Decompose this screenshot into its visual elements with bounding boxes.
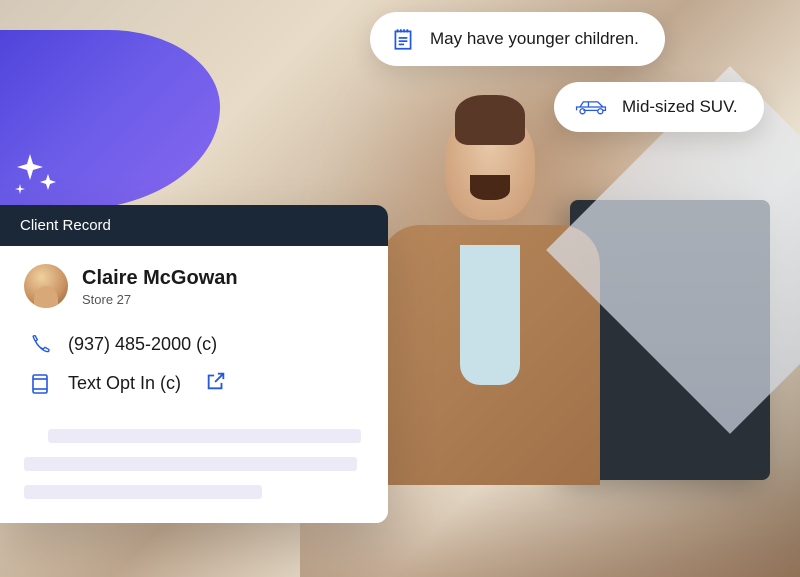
notepad-icon <box>390 26 416 52</box>
phone-icon <box>28 332 52 356</box>
text-opt-row[interactable]: Text Opt In (c) <box>24 364 364 403</box>
phone-row[interactable]: (937) 485-2000 (c) <box>24 326 364 362</box>
insight-bubble-children: May have younger children. <box>370 12 665 66</box>
bubble-text: Mid-sized SUV. <box>622 97 738 117</box>
skeleton-line <box>24 457 357 471</box>
client-store: Store 27 <box>82 292 238 307</box>
bubble-text: May have younger children. <box>430 29 639 49</box>
insight-bubble-suv: Mid-sized SUV. <box>554 82 764 132</box>
text-opt-label: Text Opt In (c) <box>68 373 181 394</box>
avatar <box>24 264 68 308</box>
client-header-row: Claire McGowan Store 27 <box>24 264 364 308</box>
skeleton-line <box>48 429 361 443</box>
skeleton-line <box>24 485 262 499</box>
phone-number: (937) 485-2000 (c) <box>68 334 217 355</box>
device-icon <box>28 372 52 396</box>
client-name: Claire McGowan <box>82 266 238 290</box>
person-silhouette <box>360 110 620 490</box>
sparkle-icon <box>12 150 60 203</box>
car-icon <box>574 96 608 118</box>
client-record-card: Client Record Claire McGowan Store 27 (9… <box>0 205 388 523</box>
card-body: Claire McGowan Store 27 (937) 485-2000 (… <box>0 246 388 523</box>
external-link-icon[interactable] <box>205 370 227 397</box>
card-title: Client Record <box>20 217 111 234</box>
card-header: Client Record <box>0 205 388 246</box>
